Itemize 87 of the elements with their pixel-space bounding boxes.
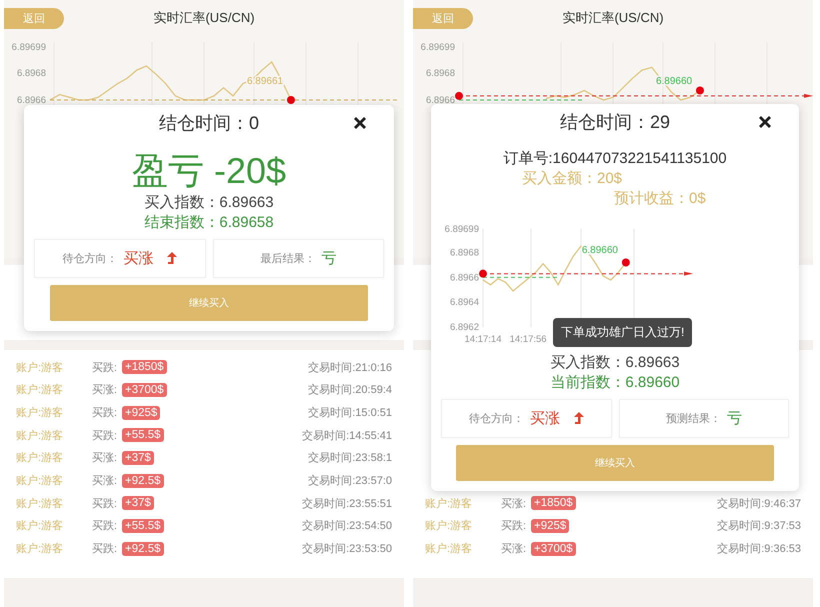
amount-badge: +55.5$: [122, 518, 164, 533]
account-label: 账户:游客: [16, 518, 64, 534]
amount-badge: +92.5$: [122, 542, 164, 556]
axis-tick-label: 14:17:56: [510, 334, 547, 345]
direction-label: 买涨:: [501, 542, 528, 556]
account-label: 账户:游客: [16, 542, 64, 556]
axis-tick-label: 6.8964: [450, 297, 479, 308]
trade-time: 交易时间:14:55:41: [302, 428, 392, 443]
direction-label: 买跌:: [92, 496, 118, 511]
account-label: 账户:游客: [16, 428, 64, 443]
axis-tick-label: 6.8968: [450, 248, 479, 259]
direction-label: 买跌:: [92, 406, 118, 420]
direction-label: 买跌:: [92, 360, 118, 375]
account-label: 账户:游客: [425, 518, 474, 534]
trade-time: 交易时间:20:59:4: [308, 382, 392, 398]
trade-time: 交易时间:15:0:51: [308, 406, 392, 420]
amount-badge: +3700$: [122, 382, 167, 397]
amount-badge: +3700$: [531, 542, 576, 556]
account-label: 账户:游客: [16, 406, 64, 420]
direction-label: 买涨:: [501, 496, 528, 511]
card-value: 买涨: [123, 249, 154, 268]
back-button[interactable]: 返回: [413, 8, 473, 28]
account-label: 账户:游客: [16, 450, 64, 466]
trade-time: 交易时间:23:54:50: [302, 518, 392, 534]
card-label: 待仓方向：: [468, 412, 524, 426]
direction-label: 买跌:: [92, 519, 118, 534]
page-title: 实时汇率(US/CN): [153, 9, 255, 27]
profit-loss: 盈亏 -20$: [130, 149, 288, 193]
trade-time: 交易时间:9:36:53: [717, 542, 801, 556]
trade-time: 交易时间:9:46:37: [717, 496, 801, 511]
axis-tick-label: 6.89699: [420, 42, 455, 53]
index-value: 买入指数：6.89663: [550, 353, 680, 373]
axis-tick-label: 6.8966: [426, 95, 455, 106]
index-value: 结束指数：6.89658: [144, 213, 274, 233]
trade-time: 交易时间:23:58:1: [308, 450, 392, 466]
card-value: 买涨: [530, 409, 560, 428]
amount-badge: +1850$: [531, 496, 576, 510]
order-number: 订单号:160447073221541135100: [502, 149, 728, 169]
axis-tick-label: 6.89699: [444, 224, 479, 235]
axis-tick-label: 6.8962: [450, 322, 479, 333]
axis-tick-label: 6.8968: [16, 68, 46, 79]
amount-badge: +925$: [531, 518, 570, 533]
account-label: 账户:游客: [16, 474, 64, 488]
axis-tick-label: 14:17:14: [464, 334, 502, 345]
direction-label: 买跌:: [92, 428, 118, 443]
account-label: 账户:游客: [16, 496, 64, 511]
direction-label: 买涨:: [92, 383, 118, 398]
dialog-title: 结仓时间：0: [158, 112, 259, 134]
continue-buy-button[interactable]: 继续买入: [456, 445, 774, 481]
amount-badge: +92.5$: [122, 474, 164, 488]
account-label: 账户:游客: [16, 360, 64, 375]
dialog-title: 结仓时间：29: [560, 110, 670, 134]
index-value: 当前指数：6.89660: [550, 373, 680, 393]
index-value: 买入指数：6.89663: [144, 193, 274, 213]
card-value: 亏: [321, 249, 336, 268]
toast-message: 下单成功雄广日入过万!: [553, 318, 692, 347]
axis-tick-label: 6.89699: [12, 42, 46, 53]
page-title: 实时汇率(US/CN): [562, 9, 664, 27]
amount-badge: +37$: [122, 450, 154, 465]
price-label: 6.89661: [246, 76, 284, 87]
axis-tick-label: 6.8966: [16, 95, 46, 106]
trade-time: 交易时间:9:37:53: [717, 518, 801, 534]
direction-label: 买涨:: [92, 474, 118, 488]
account-label: 账户:游客: [425, 496, 474, 511]
back-button[interactable]: 返回: [4, 8, 64, 28]
card-label: 待仓方向：: [62, 252, 118, 266]
expected-profit: 预计收益：0$: [614, 190, 706, 207]
card-label: 最后结果：: [260, 252, 316, 266]
amount-badge: +1850$: [122, 360, 167, 374]
direction-label: 买跌:: [92, 542, 118, 556]
direction-label: 买跌:: [501, 519, 528, 534]
direction-label: 买涨:: [92, 451, 118, 466]
account-label: 账户:游客: [16, 382, 64, 398]
amount-badge: +925$: [122, 406, 160, 420]
amount-badge: +37$: [122, 496, 154, 510]
buy-amount: 买入金额：20$: [522, 170, 622, 187]
trade-time: 交易时间:23:55:51: [302, 496, 392, 511]
axis-tick-label: 6.8966: [450, 272, 479, 284]
amount-badge: +55.5$: [122, 428, 164, 442]
axis-tick-label: 6.8968: [426, 68, 455, 79]
card-value: 亏: [726, 409, 742, 428]
trade-time: 交易时间:21:0:16: [308, 360, 392, 375]
trade-time: 交易时间:23:57:0: [308, 474, 392, 488]
continue-buy-button[interactable]: 继续买入: [50, 285, 368, 321]
trade-time: 交易时间:23:53:50: [302, 542, 392, 556]
account-label: 账户:游客: [425, 542, 474, 556]
card-label: 预测结果：: [666, 412, 721, 426]
